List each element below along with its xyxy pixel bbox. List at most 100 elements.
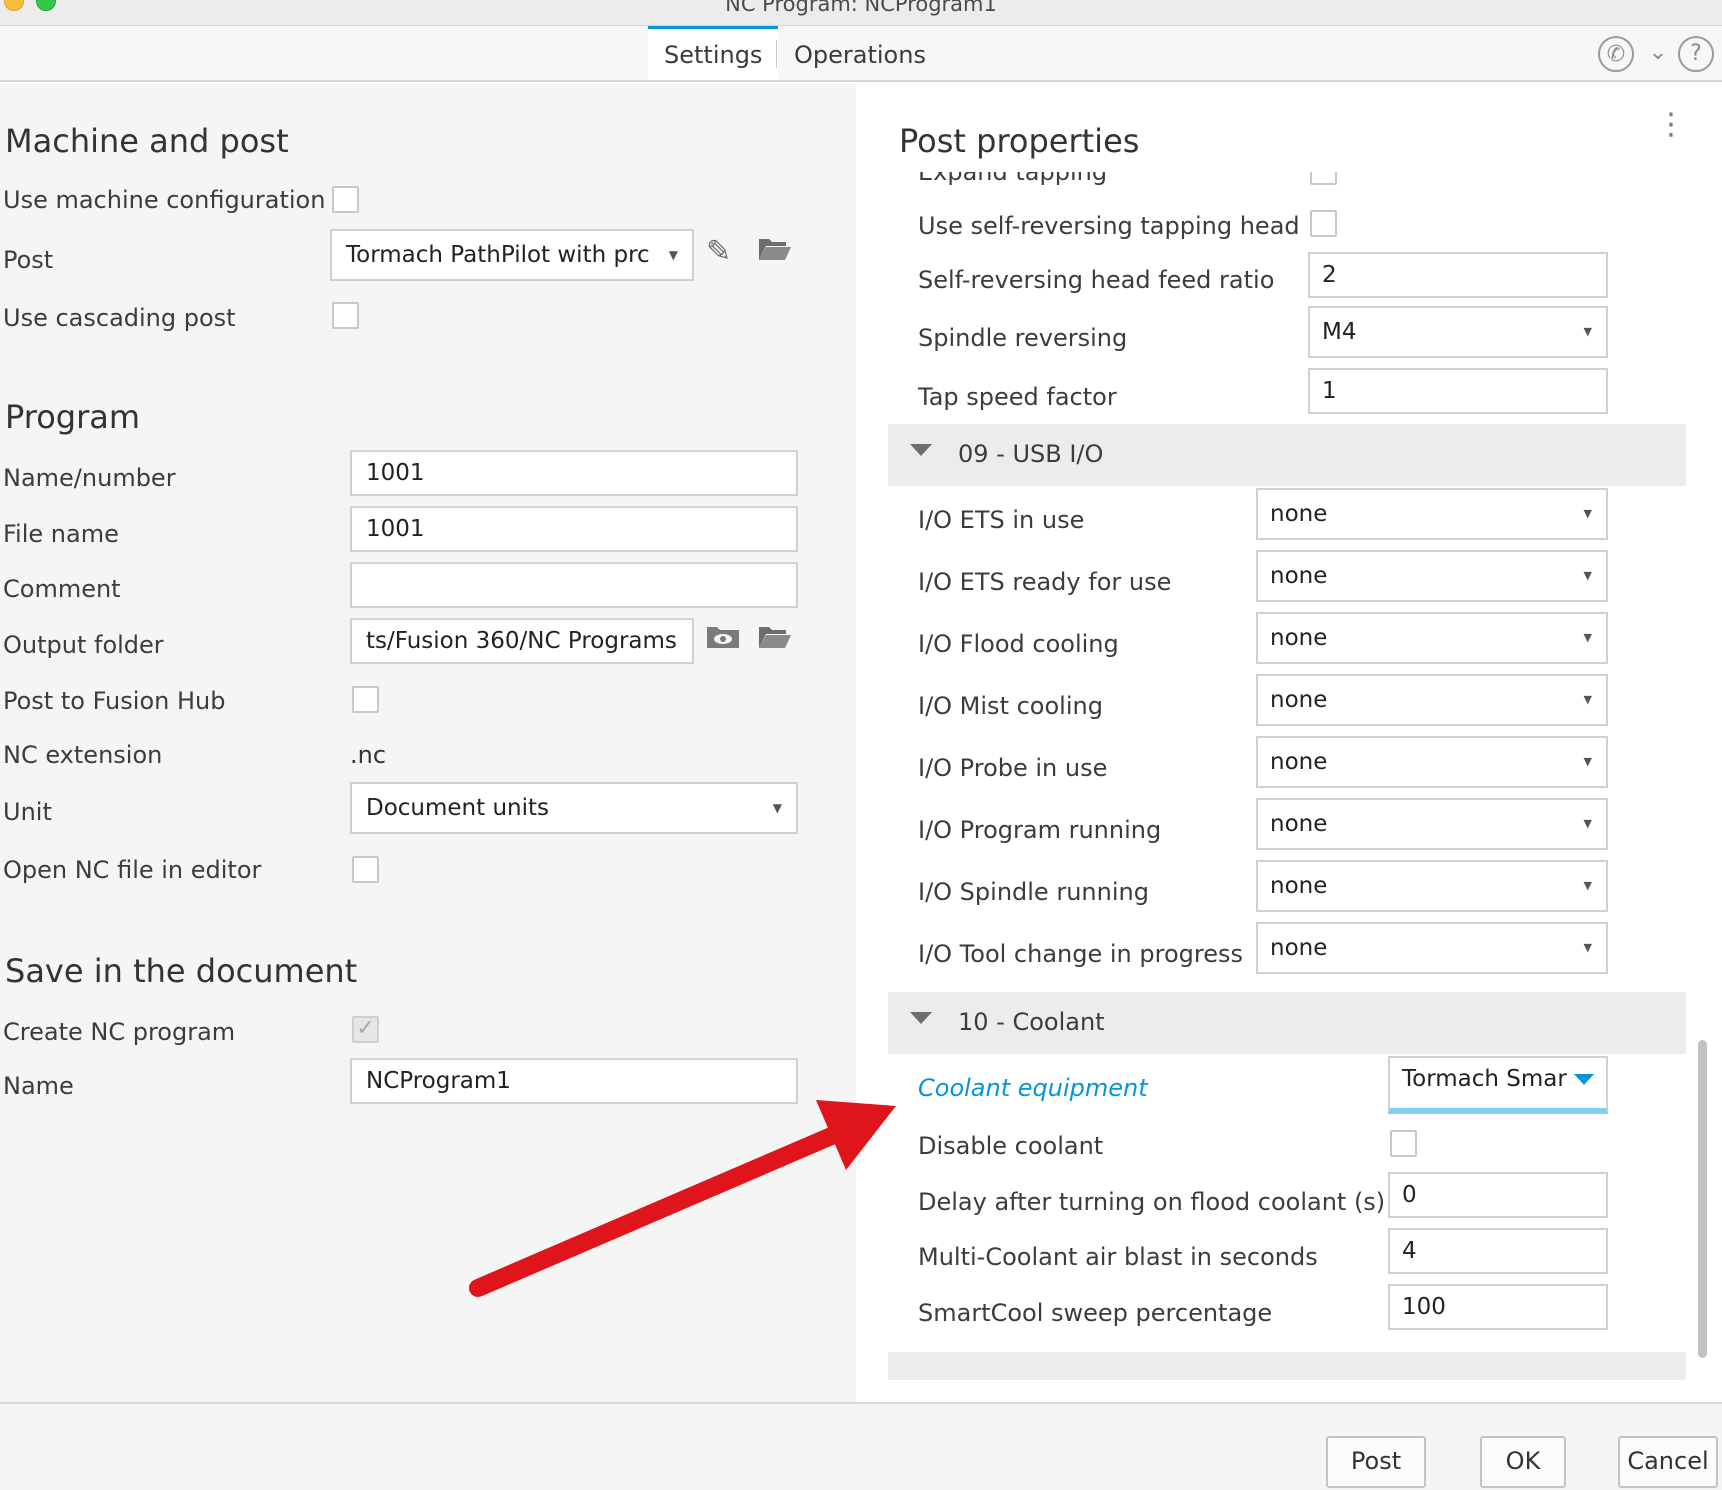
tab-divider bbox=[776, 40, 777, 68]
post-label: Post bbox=[3, 246, 54, 274]
output-folder-label: Output folder bbox=[3, 631, 164, 659]
chevron-down-icon: ▼ bbox=[1583, 569, 1592, 582]
help-icon[interactable]: ? bbox=[1678, 36, 1714, 72]
air-blast-label: Multi-Coolant air blast in seconds bbox=[918, 1243, 1318, 1271]
unit-label: Unit bbox=[3, 798, 52, 826]
io-probe-select[interactable]: none ▼ bbox=[1256, 736, 1608, 788]
chevron-down-icon: ▼ bbox=[1583, 817, 1592, 830]
settings-panel: Machine and post Use machine configurati… bbox=[0, 84, 856, 1402]
chevron-down-icon[interactable]: ⌄ bbox=[1640, 36, 1676, 72]
io-ets-in-use-select[interactable]: none ▼ bbox=[1256, 488, 1608, 540]
section-title-save-in-document: Save in the document bbox=[5, 952, 358, 990]
post-properties-panel: Post properties ⋮ Expand tapping Use sel… bbox=[856, 84, 1722, 1402]
phone-icon[interactable]: ✆ bbox=[1598, 36, 1634, 72]
io-select-value: none bbox=[1270, 811, 1328, 837]
io-row-label: I/O Program running bbox=[918, 816, 1162, 844]
io-select-value: none bbox=[1270, 935, 1328, 961]
io-flood-cooling-select[interactable]: none ▼ bbox=[1256, 612, 1608, 664]
cancel-button[interactable]: Cancel bbox=[1618, 1436, 1718, 1488]
open-folder-icon[interactable] bbox=[758, 234, 792, 270]
spindle-reversing-label: Spindle reversing bbox=[918, 324, 1128, 352]
chevron-down-icon: ▼ bbox=[1583, 755, 1592, 768]
ok-button[interactable]: OK bbox=[1480, 1436, 1566, 1488]
post-properties-list[interactable]: Expand tapping Use self-reversing tappin… bbox=[888, 172, 1688, 1398]
post-select-value: Tormach PathPilot with prc bbox=[346, 242, 650, 268]
post-to-fusion-hub-checkbox[interactable] bbox=[352, 686, 379, 713]
comment-label: Comment bbox=[3, 575, 121, 603]
group-header-coolant[interactable]: 10 - Coolant bbox=[888, 992, 1686, 1054]
open-nc-file-label: Open NC file in editor bbox=[3, 856, 262, 884]
sweep-percentage-label: SmartCool sweep percentage bbox=[918, 1299, 1273, 1327]
chevron-down-icon: ▼ bbox=[1583, 507, 1592, 520]
io-spindle-running-select[interactable]: none ▼ bbox=[1256, 860, 1608, 912]
expand-tapping-checkbox[interactable] bbox=[1310, 172, 1337, 185]
io-select-value: none bbox=[1270, 873, 1328, 899]
io-row-label: I/O ETS ready for use bbox=[918, 568, 1172, 596]
name-number-label: Name/number bbox=[3, 464, 176, 492]
flood-delay-label: Delay after turning on flood coolant (s) bbox=[918, 1188, 1386, 1216]
flood-delay-input[interactable]: 0 bbox=[1388, 1172, 1608, 1218]
self-reversing-head-label: Use self-reversing tapping head bbox=[918, 212, 1300, 240]
chevron-down-icon: ▼ bbox=[1583, 941, 1592, 954]
more-options-icon[interactable]: ⋮ bbox=[1656, 110, 1686, 140]
tab-bar: Settings Operations ✆ ⌄ ? bbox=[0, 26, 1722, 82]
collapse-triangle-icon bbox=[910, 444, 932, 456]
create-nc-program-checkbox[interactable]: ✓ bbox=[352, 1016, 379, 1043]
file-name-label: File name bbox=[3, 520, 119, 548]
file-name-input[interactable]: 1001 bbox=[350, 506, 798, 552]
output-folder-input[interactable]: ts/Fusion 360/NC Programs bbox=[350, 618, 694, 664]
open-nc-file-checkbox[interactable] bbox=[352, 856, 379, 883]
chevron-down-icon: ▼ bbox=[1583, 325, 1592, 338]
post-button[interactable]: Post bbox=[1326, 1436, 1426, 1488]
coolant-equipment-value: Tormach Smar bbox=[1402, 1066, 1567, 1092]
list-footer bbox=[888, 1352, 1686, 1380]
title-bar: NC Program: NCProgram1 bbox=[0, 0, 1722, 26]
io-row-label: I/O Probe in use bbox=[918, 754, 1108, 782]
air-blast-input[interactable]: 4 bbox=[1388, 1228, 1608, 1274]
spindle-reversing-value: M4 bbox=[1322, 319, 1357, 345]
group-header-usb-io[interactable]: 09 - USB I/O bbox=[888, 424, 1686, 486]
name-number-input[interactable]: 1001 bbox=[350, 450, 798, 496]
unit-select[interactable]: Document units ▼ bbox=[350, 782, 798, 834]
use-machine-configuration-checkbox[interactable] bbox=[332, 186, 359, 213]
disable-coolant-label: Disable coolant bbox=[918, 1132, 1104, 1160]
post-select[interactable]: Tormach PathPilot with prc ▼ bbox=[330, 229, 694, 281]
io-mist-cooling-select[interactable]: none ▼ bbox=[1256, 674, 1608, 726]
io-program-running-select[interactable]: none ▼ bbox=[1256, 798, 1608, 850]
io-ets-ready-select[interactable]: none ▼ bbox=[1256, 550, 1608, 602]
sweep-percentage-input[interactable]: 100 bbox=[1388, 1284, 1608, 1330]
use-machine-configuration-label: Use machine configuration bbox=[3, 186, 326, 214]
feed-ratio-label: Self-reversing head feed ratio bbox=[918, 266, 1275, 294]
dialog-footer: Post OK Cancel bbox=[0, 1402, 1722, 1490]
self-reversing-head-checkbox[interactable] bbox=[1310, 210, 1337, 237]
use-cascading-post-checkbox[interactable] bbox=[332, 302, 359, 329]
io-row-label: I/O ETS in use bbox=[918, 506, 1085, 534]
nc-extension-value: .nc bbox=[350, 741, 387, 769]
io-row-label: I/O Flood cooling bbox=[918, 630, 1119, 658]
group-header-coolant-label: 10 - Coolant bbox=[958, 1008, 1105, 1036]
io-tool-change-select[interactable]: none ▼ bbox=[1256, 922, 1608, 974]
feed-ratio-input[interactable]: 2 bbox=[1308, 252, 1608, 298]
chevron-down-icon: ▼ bbox=[668, 248, 678, 262]
open-folder-icon[interactable] bbox=[758, 622, 792, 658]
coolant-equipment-select[interactable]: Tormach Smar bbox=[1388, 1056, 1608, 1114]
tap-speed-factor-input[interactable]: 1 bbox=[1308, 368, 1608, 414]
tab-operations[interactable]: Operations bbox=[778, 26, 942, 80]
collapse-triangle-icon bbox=[910, 1012, 932, 1024]
io-row-label: I/O Mist cooling bbox=[918, 692, 1103, 720]
group-header-usb-io-label: 09 - USB I/O bbox=[958, 440, 1104, 468]
tap-speed-factor-label: Tap speed factor bbox=[918, 383, 1117, 411]
io-select-value: none bbox=[1270, 687, 1328, 713]
chevron-down-icon: ▼ bbox=[1583, 693, 1592, 706]
window-title: NC Program: NCProgram1 bbox=[725, 0, 997, 16]
browse-folder-eye-icon[interactable] bbox=[706, 622, 740, 658]
spindle-reversing-select[interactable]: M4 ▼ bbox=[1308, 306, 1608, 358]
vertical-scrollbar[interactable] bbox=[1698, 1040, 1707, 1358]
create-nc-program-label: Create NC program bbox=[3, 1018, 236, 1046]
nc-program-name-input[interactable]: NCProgram1 bbox=[350, 1058, 798, 1104]
disable-coolant-checkbox[interactable] bbox=[1390, 1130, 1417, 1157]
unit-select-value: Document units bbox=[366, 795, 550, 821]
comment-input[interactable] bbox=[350, 562, 798, 608]
edit-post-pencil-icon[interactable]: ✎ bbox=[706, 234, 731, 269]
tab-settings[interactable]: Settings bbox=[648, 26, 779, 80]
